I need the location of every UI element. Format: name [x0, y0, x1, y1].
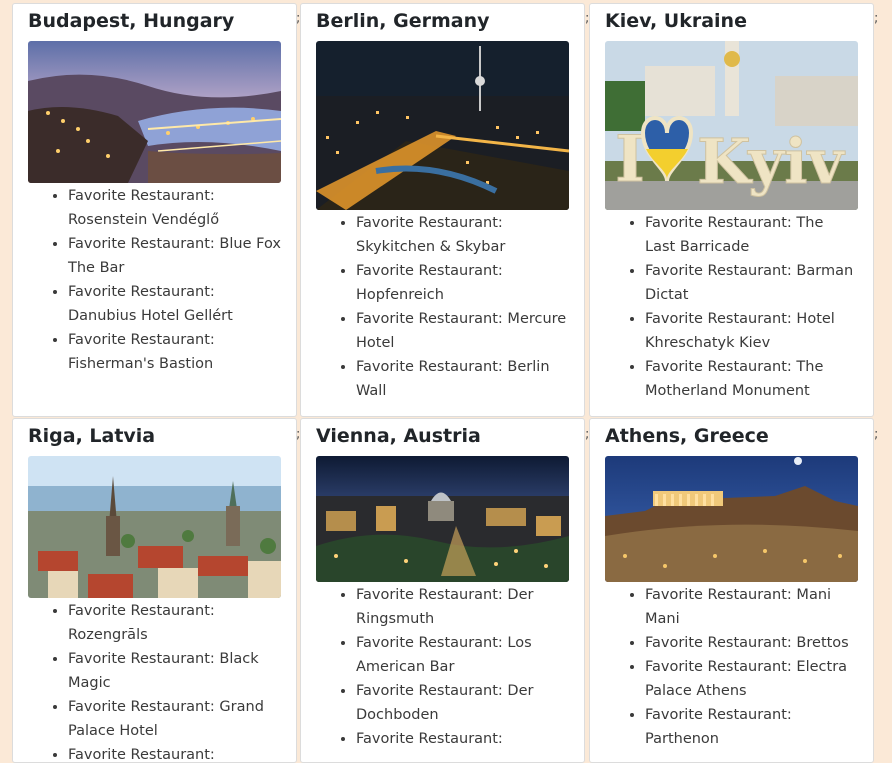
list-item: Favorite Restaurant: Danubius Hotel Gell…: [68, 280, 281, 328]
vienna-night-photo: [316, 456, 569, 582]
svg-text:Kyiv: Kyiv: [697, 125, 846, 198]
city-title: Riga, Latvia: [28, 425, 156, 447]
city-title: Vienna, Austria: [316, 425, 481, 447]
city-card-budapest: Budapest, Hungary Favorite Restaura: [12, 3, 297, 417]
list-item: Favorite Restaurant: Electra Palace Athe…: [645, 655, 858, 703]
list-item: Favorite Restaurant: The Motherland Monu…: [645, 355, 858, 403]
list-item: Favorite Restaurant: Parthenon: [645, 703, 858, 751]
list-item: Favorite Restaurant: Berlin Wall: [356, 355, 569, 403]
budapest-night-photo: [28, 41, 281, 183]
list-item: Favorite Restaurant: Blue Fox The Bar: [68, 232, 281, 280]
list-item: Favorite Restaurant: Los American Bar: [356, 631, 569, 679]
riga-skyline-photo: [28, 456, 281, 598]
city-title: Athens, Greece: [605, 425, 769, 447]
restaurant-list: Favorite Restaurant: Rosenstein Vendéglő…: [28, 184, 281, 376]
list-item: Favorite Restaurant: Mani Mani: [645, 583, 858, 631]
list-item: Favorite Restaurant: Rosenstein Vendéglő: [68, 184, 281, 232]
list-item: Favorite Restaurant: Barman Dictat: [645, 259, 858, 307]
list-item: Favorite Restaurant: Hotel Khreschatyk K…: [645, 307, 858, 355]
restaurant-list: Favorite Restaurant: The Last Barricade …: [605, 211, 858, 403]
city-title: Berlin, Germany: [316, 10, 490, 32]
city-title: Budapest, Hungary: [28, 10, 235, 32]
list-item: Favorite Restaurant:: [356, 727, 569, 751]
city-card-berlin: Berlin, Germany Favorite Restaurant: Sky…: [300, 3, 585, 417]
city-card-athens: Athens, Greece Fa: [589, 418, 874, 763]
athens-acropolis-photo: [605, 456, 858, 582]
berlin-night-photo: [316, 41, 569, 210]
city-card-riga: Riga, Latvia Favorite Restaurant: Rozeng…: [12, 418, 297, 763]
list-item: Favorite Restaurant: Black Magic: [68, 647, 281, 695]
restaurant-list: Favorite Restaurant: Rozengrāls Favorite…: [28, 599, 281, 762]
list-item: Favorite Restaurant: Hopfenreich: [356, 259, 569, 307]
list-item: Favorite Restaurant: Der Ringsmuth: [356, 583, 569, 631]
city-title: Kiev, Ukraine: [605, 10, 747, 32]
list-item: Favorite Restaurant: Rozengrāls: [68, 599, 281, 647]
city-card-vienna: Vienna, Austria Favorite Res: [300, 418, 585, 763]
list-item: Favorite Restaurant: Der Dochboden: [356, 679, 569, 727]
separator-text: ;: [874, 427, 879, 442]
restaurant-list: Favorite Restaurant: Der Ringsmuth Favor…: [316, 583, 569, 751]
kyiv-sign-photo: I Kyiv: [605, 41, 858, 210]
list-item: Favorite Restaurant: The Last Barricade: [645, 211, 858, 259]
list-item: Favorite Restaurant: Skykitchen & Skybar: [356, 211, 569, 259]
list-item: Favorite Restaurant: Grand Palace Hotel: [68, 695, 281, 743]
restaurant-list: Favorite Restaurant: Mani Mani Favorite …: [605, 583, 858, 751]
list-item: Favorite Restaurant: Vakarbulli: [68, 743, 281, 762]
restaurant-list: Favorite Restaurant: Skykitchen & Skybar…: [316, 211, 569, 403]
separator-text: ;: [874, 11, 879, 26]
svg-text:I: I: [615, 122, 645, 197]
city-card-kiev: Kiev, Ukraine I Kyiv Favorite Restaurant…: [589, 3, 874, 417]
list-item: Favorite Restaurant: Brettos: [645, 631, 858, 655]
list-item: Favorite Restaurant: Fisherman's Bastion: [68, 328, 281, 376]
list-item: Favorite Restaurant: Mercure Hotel: [356, 307, 569, 355]
